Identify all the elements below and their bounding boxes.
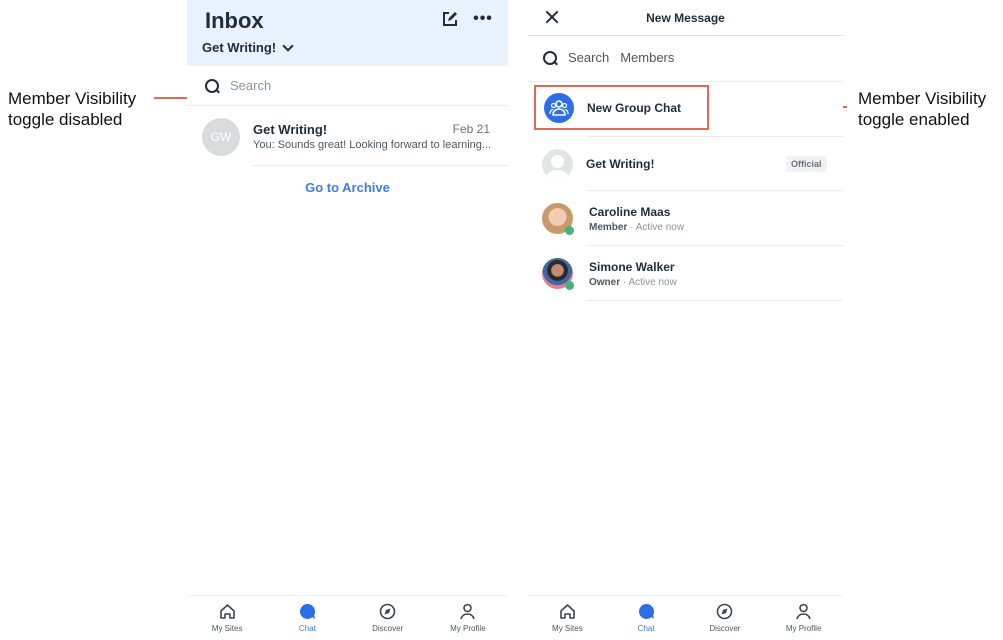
member-meta: Member · Active now bbox=[589, 222, 685, 233]
new-group-chat-button[interactable]: New Group Chat bbox=[534, 85, 709, 130]
avatar: GW bbox=[202, 118, 240, 156]
member-status: Active now bbox=[635, 222, 685, 233]
conversation-name: Get Writing! bbox=[253, 122, 328, 137]
official-badge: Official bbox=[786, 156, 827, 172]
search-placeholder: Search bbox=[230, 78, 272, 93]
new-group-chat-label: New Group Chat bbox=[587, 100, 682, 115]
tab-label: Discover bbox=[372, 624, 404, 633]
compass-icon bbox=[716, 602, 734, 620]
tab-discover[interactable]: Discover bbox=[348, 596, 428, 640]
group-icon bbox=[544, 92, 574, 123]
divider bbox=[253, 165, 508, 166]
more-options-icon[interactable]: ••• bbox=[473, 10, 492, 28]
go-to-archive-link[interactable]: Go to Archive bbox=[187, 180, 508, 195]
tab-discover[interactable]: Discover bbox=[686, 596, 765, 640]
tab-label: My Sites bbox=[211, 624, 243, 633]
compose-icon[interactable] bbox=[441, 10, 459, 28]
member-name: Get Writing! bbox=[586, 157, 655, 171]
annotation-toggle-disabled: Member Visibility toggle disabled bbox=[8, 88, 136, 130]
annotation-line: toggle enabled bbox=[858, 110, 970, 129]
inbox-screen: Inbox Get Writing! ••• Search GW Get Wri… bbox=[187, 0, 508, 640]
member-item-caroline-maas[interactable]: Caroline Maas Member · Active now bbox=[542, 203, 842, 243]
annotation-line: toggle disabled bbox=[8, 110, 123, 129]
divider bbox=[528, 81, 843, 82]
search-scope: Members bbox=[620, 50, 675, 65]
member-item-get-writing[interactable]: Get Writing! Official bbox=[542, 149, 842, 189]
divider bbox=[586, 136, 843, 137]
tab-bar: My Sites Chat Discover My Profile bbox=[187, 595, 508, 640]
member-name: Simone Walker bbox=[589, 260, 675, 274]
avatar bbox=[542, 149, 573, 180]
inbox-header: Inbox Get Writing! ••• bbox=[187, 0, 508, 66]
annotation-toggle-enabled: Member Visibility toggle enabled bbox=[858, 88, 986, 130]
divider bbox=[586, 190, 843, 191]
tab-label: Chat bbox=[298, 624, 316, 633]
page-title: Inbox bbox=[205, 8, 264, 33]
tab-my-profile[interactable]: My Profile bbox=[764, 596, 843, 640]
tab-label: Discover bbox=[709, 624, 741, 633]
divider bbox=[187, 105, 508, 106]
tab-chat[interactable]: Chat bbox=[267, 596, 347, 640]
chevron-down-icon bbox=[282, 39, 294, 52]
home-icon bbox=[218, 602, 236, 620]
person-icon bbox=[795, 602, 813, 620]
tab-label: Chat bbox=[637, 624, 655, 633]
chat-bubble-icon bbox=[298, 602, 316, 620]
conversation-item[interactable]: GW Get Writing! Feb 21 You: Sounds great… bbox=[202, 118, 502, 158]
member-status: Active now bbox=[628, 277, 677, 288]
new-message-header: New Message bbox=[528, 0, 843, 36]
tab-label: My Profile bbox=[785, 624, 822, 633]
new-message-screen: New Message Search Members New Group Cha… bbox=[528, 0, 843, 640]
person-icon bbox=[459, 602, 477, 620]
tab-label: My Sites bbox=[552, 624, 583, 633]
member-item-simone-walker[interactable]: Simone Walker Owner · Active now bbox=[542, 258, 842, 298]
divider bbox=[586, 300, 843, 301]
site-picker[interactable]: Get Writing! bbox=[202, 39, 294, 55]
tab-my-sites[interactable]: My Sites bbox=[187, 596, 267, 640]
tab-bar: My Sites Chat Discover My Profile bbox=[528, 595, 843, 640]
annotation-line: Member Visibility bbox=[858, 89, 987, 108]
tab-my-profile[interactable]: My Profile bbox=[428, 596, 508, 640]
member-role: Member bbox=[589, 222, 628, 233]
page-title: New Message bbox=[646, 11, 725, 25]
tab-my-sites[interactable]: My Sites bbox=[528, 596, 607, 640]
site-name: Get Writing! bbox=[202, 40, 277, 55]
search-placeholder: Search bbox=[568, 50, 610, 65]
search-input[interactable]: Search bbox=[205, 78, 271, 93]
conversation-date: Feb 21 bbox=[452, 122, 490, 136]
annotation-line: Member Visibility bbox=[8, 89, 137, 108]
member-search-input[interactable]: Search Members bbox=[543, 50, 674, 65]
search-icon bbox=[205, 78, 219, 93]
chat-bubble-icon bbox=[637, 602, 655, 620]
divider bbox=[586, 245, 843, 246]
tab-chat[interactable]: Chat bbox=[607, 596, 686, 640]
online-status-icon bbox=[565, 281, 574, 290]
search-icon bbox=[543, 50, 557, 65]
home-icon bbox=[558, 602, 576, 620]
tab-label: My Profile bbox=[450, 624, 486, 633]
member-name: Caroline Maas bbox=[589, 205, 671, 219]
compass-icon bbox=[379, 602, 397, 620]
conversation-preview: You: Sounds great! Looking forward to le… bbox=[253, 139, 492, 151]
member-role: Owner bbox=[589, 277, 621, 288]
online-status-icon bbox=[565, 226, 574, 235]
member-meta: Owner · Active now bbox=[589, 277, 677, 288]
